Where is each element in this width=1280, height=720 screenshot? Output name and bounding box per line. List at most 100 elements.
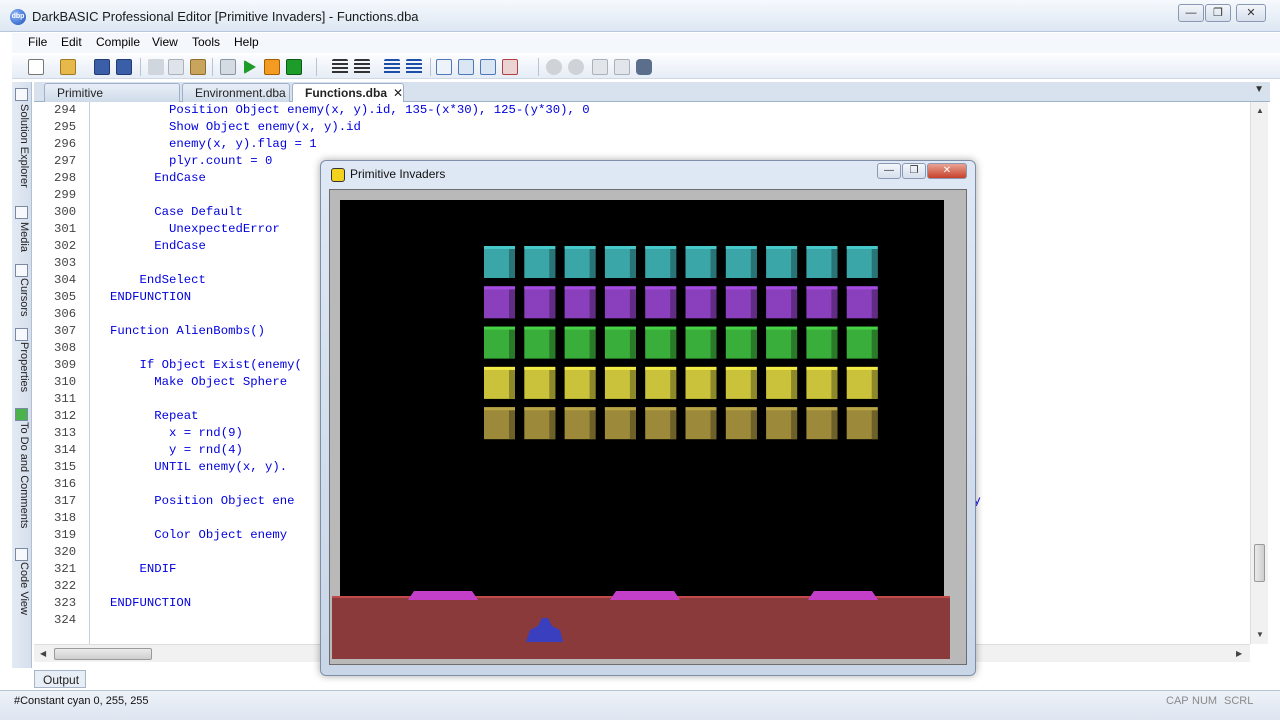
invader-side: [629, 329, 636, 359]
invader-side: [791, 249, 798, 278]
copy-icon[interactable]: [168, 59, 184, 75]
binoculars-icon[interactable]: [636, 59, 652, 75]
invader-side: [670, 249, 677, 278]
side-tab-code-view[interactable]: Code View: [14, 562, 30, 632]
tab-primitive-invaders[interactable]: Primitive Invaders.dba: [44, 83, 180, 114]
tab-dropdown-icon[interactable]: ▼: [1254, 84, 1264, 95]
menu-tools[interactable]: Tools: [192, 35, 220, 49]
side-tab-properties[interactable]: Properties: [14, 342, 30, 408]
forward-icon[interactable]: [568, 59, 584, 75]
code-line[interactable]: 295 Show Object enemy(x, y).id: [34, 120, 1268, 137]
game-minimize-button[interactable]: —: [877, 163, 901, 179]
side-tab-todo[interactable]: To Do and Comments: [14, 422, 30, 546]
compile-icon[interactable]: [220, 59, 236, 75]
game-viewport[interactable]: [329, 189, 967, 665]
invader-side: [791, 289, 798, 319]
invader-side: [670, 289, 677, 319]
find-icon[interactable]: [592, 59, 608, 75]
tab-close-icon[interactable]: ✕: [393, 86, 403, 100]
outdent-icon[interactable]: [354, 59, 370, 75]
new-file-icon[interactable]: [28, 59, 44, 75]
indent-icon[interactable]: [332, 59, 348, 75]
uncomment-icon[interactable]: [406, 59, 422, 75]
scroll-up-icon[interactable]: ▲: [1256, 106, 1264, 115]
build-icon[interactable]: [264, 59, 280, 75]
scroll-left-icon[interactable]: ◀: [40, 649, 46, 658]
invader-top: [806, 286, 838, 290]
save-icon[interactable]: [94, 59, 110, 75]
close-button[interactable]: ✕: [1236, 4, 1266, 22]
menu-view[interactable]: View: [152, 35, 178, 49]
tab-label: Environment.dba: [195, 86, 286, 100]
code-line[interactable]: 294 Position Object enemy(x, y).id, 135-…: [34, 103, 1268, 120]
tab-functions[interactable]: Functions.dba ✕: [292, 83, 404, 103]
comment-icon[interactable]: [384, 59, 400, 75]
invader-side: [509, 410, 515, 440]
bookmark-icon[interactable]: [436, 59, 452, 75]
toolbar-separator: [430, 58, 431, 76]
vertical-scroll-thumb[interactable]: [1254, 544, 1265, 582]
menu-help[interactable]: Help: [234, 35, 259, 49]
invader-top: [766, 407, 798, 411]
line-number: 295: [54, 120, 77, 134]
maximize-button[interactable]: ❐: [1205, 4, 1231, 22]
code-text: Position Object enemy(x, y).id, 135-(x*3…: [110, 103, 590, 117]
invader-top: [484, 407, 515, 411]
minimize-button[interactable]: —: [1178, 4, 1204, 22]
scroll-right-icon[interactable]: ▶: [1236, 649, 1242, 658]
game-maximize-button[interactable]: ❐: [902, 163, 926, 179]
next-bookmark-icon[interactable]: [458, 59, 474, 75]
replace-icon[interactable]: [614, 59, 630, 75]
line-number: 303: [54, 256, 77, 270]
tab-environment[interactable]: Environment.dba: [182, 83, 290, 102]
game-window[interactable]: Primitive Invaders — ❐ ✕: [320, 160, 976, 676]
code-text: UnexpectedError: [110, 222, 280, 236]
ground: [332, 597, 950, 659]
side-tab-media[interactable]: Media: [14, 222, 30, 262]
invader-top: [524, 326, 556, 330]
invader-side: [871, 329, 878, 359]
invader-side: [589, 249, 596, 278]
line-number: 304: [54, 273, 77, 287]
line-number: 298: [54, 171, 77, 185]
invader-top: [604, 366, 636, 370]
invader-side: [549, 289, 556, 319]
run-icon[interactable]: [244, 60, 256, 74]
paste-icon[interactable]: [190, 59, 206, 75]
horizontal-scroll-thumb[interactable]: [54, 648, 152, 660]
back-icon[interactable]: [546, 59, 562, 75]
invader-top: [524, 366, 556, 370]
clear-bookmarks-icon[interactable]: [502, 59, 518, 75]
invader-top: [604, 246, 636, 249]
save-all-icon[interactable]: [116, 59, 132, 75]
prev-bookmark-icon[interactable]: [480, 59, 496, 75]
game-close-button[interactable]: ✕: [927, 163, 967, 179]
invader-side: [750, 289, 757, 319]
code-line[interactable]: 296 enemy(x, y).flag = 1: [34, 137, 1268, 154]
open-folder-icon[interactable]: [60, 59, 76, 75]
invader-side: [549, 410, 556, 440]
invader-top: [725, 286, 757, 290]
invader-top: [766, 286, 798, 290]
invader-top: [524, 246, 556, 249]
vertical-scrollbar[interactable]: ▲ ▼: [1250, 102, 1268, 644]
output-tab[interactable]: Output: [34, 670, 86, 688]
line-number: 320: [54, 545, 77, 559]
scroll-down-icon[interactable]: ▼: [1256, 630, 1264, 639]
cut-icon[interactable]: [148, 59, 164, 75]
code-text: enemy(x, y).flag = 1: [110, 137, 317, 151]
invader-top: [564, 286, 596, 290]
scroll-lock-indicator: SCRL: [1224, 695, 1254, 707]
menu-file[interactable]: File: [28, 35, 47, 49]
menu-compile[interactable]: Compile: [96, 35, 140, 49]
game-canvas[interactable]: [330, 190, 966, 664]
run-exe-icon[interactable]: [286, 59, 302, 75]
side-tab-solution-explorer[interactable]: Solution Explorer: [14, 104, 30, 206]
line-number: 313: [54, 426, 77, 440]
menu-edit[interactable]: Edit: [61, 35, 82, 49]
title-bar: dbp DarkBASIC Professional Editor [Primi…: [0, 0, 1280, 32]
invader-side: [629, 369, 636, 399]
code-text: ENDIF: [110, 562, 177, 576]
code-text: Function AlienBombs(): [110, 324, 265, 338]
side-tab-cursors[interactable]: Cursors: [14, 278, 30, 326]
